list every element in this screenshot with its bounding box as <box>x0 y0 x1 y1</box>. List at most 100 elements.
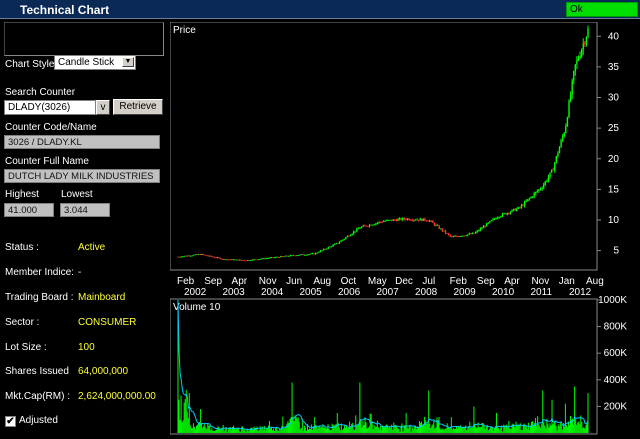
candle-body <box>447 233 450 235</box>
volume-ytick-label: 1000K <box>598 295 627 306</box>
candle-body <box>421 218 423 221</box>
candle-body <box>408 218 410 220</box>
candle-body <box>446 233 448 234</box>
x-month-label: Apr <box>504 276 520 287</box>
candle-body <box>427 220 429 222</box>
candle-body <box>310 253 312 255</box>
candle-body <box>414 219 417 221</box>
candle-body <box>213 256 216 258</box>
candle-body <box>216 257 219 259</box>
candle-body <box>188 255 190 257</box>
search-dropdown-button[interactable]: v <box>96 100 110 115</box>
candle-body <box>487 222 489 224</box>
candle-body <box>457 236 459 238</box>
shares-issued-value: 64,000,000 <box>78 366 129 377</box>
sector-label: Sector : <box>5 317 40 328</box>
candle-body <box>218 257 220 259</box>
chart-style-label: Chart Style: <box>5 59 58 70</box>
volume-pane <box>169 298 598 435</box>
candle-body <box>527 199 529 201</box>
lowest-label: Lowest <box>61 189 93 200</box>
candle-body <box>563 132 565 137</box>
candle-body <box>400 218 402 220</box>
candle-body <box>508 213 510 214</box>
candle-body <box>443 230 445 232</box>
status-value: Active <box>78 242 106 253</box>
candle-body <box>212 256 214 258</box>
candle-body <box>541 188 543 189</box>
candle-body <box>504 213 507 215</box>
candle-body <box>489 221 491 223</box>
adjusted-label: Adjusted <box>19 415 58 426</box>
price-ytick-label: 5 <box>613 246 619 257</box>
candle-body <box>319 250 322 253</box>
candle-body <box>528 198 531 200</box>
candle-body <box>395 219 398 221</box>
candle-body <box>449 234 451 237</box>
candle-body <box>416 219 418 221</box>
x-month-label: Aug <box>586 276 604 287</box>
candle-body <box>490 220 493 222</box>
candle-body <box>368 224 371 227</box>
candle-body <box>370 224 372 226</box>
candle-body <box>232 259 235 261</box>
candle-body <box>440 228 442 230</box>
candle-body <box>291 255 293 256</box>
candle-body <box>354 231 356 233</box>
candle-body <box>566 117 569 126</box>
x-month-label: Nov <box>531 276 549 287</box>
candle-body <box>300 254 303 256</box>
candle-body <box>381 221 383 223</box>
candle-body <box>240 259 243 261</box>
candle-body <box>235 259 238 261</box>
volume-pane-title: Volume 10 <box>173 302 221 313</box>
candle-body <box>384 220 387 222</box>
candle-body <box>484 226 486 227</box>
market-cap-label: Mkt.Cap(RM) : <box>5 391 70 402</box>
candle-body <box>272 257 274 259</box>
candle-body <box>226 259 228 261</box>
x-month-label: Jun <box>286 276 302 287</box>
candle-body <box>202 254 205 255</box>
candle-body <box>478 230 480 232</box>
volume-ytick-label: 400K <box>604 375 628 386</box>
candle-body <box>470 233 472 235</box>
candle-body <box>432 220 434 223</box>
candle-body <box>565 125 567 133</box>
candle-body <box>587 28 589 38</box>
retrieve-button[interactable]: Retrieve <box>113 99 163 115</box>
left-panel: Chart Style: Candle Stick ▼ Search Count… <box>0 20 166 439</box>
candle-body <box>250 260 252 262</box>
candle-body <box>454 236 456 237</box>
candle-body <box>500 216 502 218</box>
chart-style-select[interactable]: Candle Stick ▼ <box>54 55 136 70</box>
x-month-label: Aug <box>313 276 331 287</box>
chevron-down-icon[interactable]: ▼ <box>122 57 134 67</box>
candle-body <box>242 260 244 261</box>
candle-body <box>281 256 284 258</box>
candle-body <box>221 259 224 260</box>
candle-body <box>462 235 464 237</box>
candle-body <box>561 136 564 141</box>
member-indice-label: Member Indice: <box>5 267 74 278</box>
counter-code-field: 3026 / DLADY.KL <box>4 135 160 149</box>
candle-body <box>533 193 535 197</box>
candle-body <box>403 218 406 220</box>
adjusted-checkbox[interactable]: ✔ <box>5 416 16 427</box>
candle-body <box>498 217 501 219</box>
technical-chart[interactable]: Price 5 10 15 20 25 30 35 40 Feb Sep Apr Nov Jun Aug… <box>169 21 638 437</box>
candle-body <box>574 64 577 72</box>
search-counter-input[interactable]: DLADY(3026) <box>4 100 96 115</box>
candle-body <box>459 236 461 238</box>
candle-body <box>334 243 336 245</box>
candle-body <box>207 255 209 257</box>
x-year-label: 2005 <box>300 287 323 298</box>
candle-body <box>481 228 483 229</box>
candle-body <box>544 181 546 185</box>
candle-body <box>501 213 504 217</box>
candle-body <box>337 243 339 245</box>
candle-body <box>372 224 374 226</box>
candle-body <box>343 238 345 240</box>
candle-body <box>303 254 306 256</box>
candle-body <box>460 236 463 237</box>
